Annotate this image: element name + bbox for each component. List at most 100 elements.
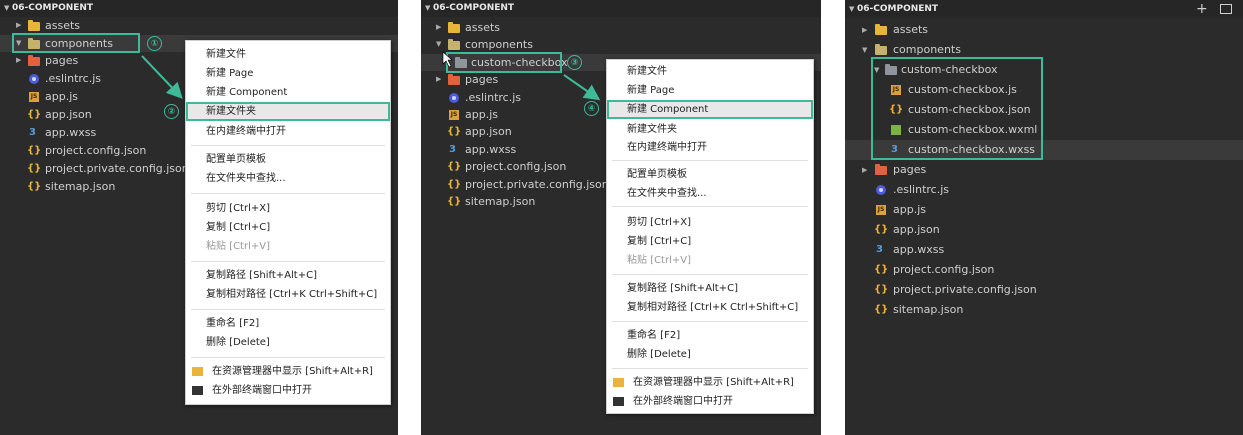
tree-item-label: project.config.json: [45, 144, 147, 157]
menu-new-file[interactable]: 新建文件: [186, 45, 390, 64]
tree-item-app-wxss[interactable]: 3 app.wxss: [845, 240, 1243, 260]
tree-item-label: assets: [893, 23, 929, 36]
terminal-icon: [613, 397, 624, 406]
menu-open-in-terminal[interactable]: 在内建终端中打开: [607, 138, 813, 157]
json-icon: {}: [874, 224, 889, 235]
pages-folder-icon: [28, 55, 40, 66]
tree-item-label: app.json: [45, 108, 92, 121]
tree-item-label: sitemap.json: [465, 195, 536, 208]
js-icon: JS: [876, 205, 886, 215]
tree-item-app-json[interactable]: {} app.json: [845, 220, 1243, 240]
new-file-button[interactable]: +: [1196, 2, 1208, 16]
menu-find-in-folder[interactable]: 在文件夹中查找...: [607, 184, 813, 203]
menu-new-component[interactable]: 新建 Component: [186, 83, 390, 102]
explorer-header[interactable]: ▼ 06-COMPONENT: [845, 0, 1243, 18]
tree-item-label: app.js: [465, 108, 498, 121]
json-icon: {}: [874, 264, 889, 275]
menu-copy-path[interactable]: 复制路径 [Shift+Alt+C]: [607, 279, 813, 298]
menu-new-folder[interactable]: 新建文件夹: [607, 120, 813, 139]
menu-config-template[interactable]: 配置单页模板: [186, 150, 390, 169]
menu-copy[interactable]: 复制 [Ctrl+C]: [607, 232, 813, 251]
eslint-icon: [29, 74, 39, 84]
menu-open-in-terminal[interactable]: 在内建终端中打开: [186, 122, 390, 141]
explorer-panel-2: ▼ 06-COMPONENT ▶ assets ▼ components cust…: [421, 0, 821, 435]
chevron-down-icon: ▼: [4, 4, 10, 12]
tree-item-label: app.js: [45, 90, 78, 103]
menu-paste: 粘贴 [Ctrl+V]: [627, 255, 691, 266]
chevron-right-icon: ▶: [436, 23, 442, 31]
explorer-panel-3: ▼ 06-COMPONENT + ▶ assets ▼ components ▼ …: [845, 0, 1243, 435]
tree-item-assets[interactable]: ▶ assets: [845, 20, 1243, 40]
tree-item-eslintrc[interactable]: .eslintrc.js: [845, 180, 1243, 200]
json-icon: {}: [447, 179, 462, 190]
chevron-down-icon: ▼: [862, 46, 868, 54]
step-badge-2: ②: [164, 104, 179, 119]
menu-cut[interactable]: 剪切 [Ctrl+X]: [186, 199, 390, 218]
folder-icon: [875, 24, 887, 35]
menu-copy-relative-path[interactable]: 复制相对路径 [Ctrl+K Ctrl+Shift+C]: [607, 298, 813, 317]
menu-new-folder[interactable]: 新建文件夹: [186, 102, 390, 121]
tree-item-label: .eslintrc.js: [465, 91, 522, 104]
menu-reveal-in-explorer[interactable]: 在资源管理器中显示 [Shift+Alt+R]: [186, 362, 390, 381]
tree-item-label: .eslintrc.js: [45, 72, 102, 85]
menu-copy-relative-path[interactable]: 复制相对路径 [Ctrl+K Ctrl+Shift+C]: [186, 285, 390, 304]
step-badge-1: ①: [147, 36, 162, 51]
menu-find-in-folder[interactable]: 在文件夹中查找...: [186, 169, 390, 188]
tree-item-label: project.private.config.json: [45, 162, 189, 175]
menu-open-external-terminal[interactable]: 在外部终端窗口中打开: [607, 392, 813, 411]
menu-separator: [612, 274, 808, 275]
menu-new-file[interactable]: 新建文件: [607, 62, 813, 81]
tree-item-project-config[interactable]: {} project.config.json: [845, 260, 1243, 280]
menu-cut[interactable]: 剪切 [Ctrl+X]: [607, 213, 813, 232]
terminal-icon: [192, 386, 203, 395]
tree-item-sitemap[interactable]: {} sitemap.json: [845, 300, 1243, 320]
menu-copy[interactable]: 复制 [Ctrl+C]: [186, 218, 390, 237]
tree-item-label: app.wxss: [465, 143, 517, 156]
tree-item-label: app.wxss: [893, 243, 945, 256]
menu-new-page[interactable]: 新建 Page: [607, 81, 813, 100]
menu-new-page[interactable]: 新建 Page: [186, 64, 390, 83]
json-icon: {}: [27, 145, 42, 156]
menu-copy-path[interactable]: 复制路径 [Shift+Alt+C]: [186, 266, 390, 285]
chevron-right-icon: ▶: [436, 75, 442, 83]
tree-item-assets[interactable]: ▶ assets: [421, 19, 821, 36]
menu-open-external-terminal[interactable]: 在外部终端窗口中打开: [186, 381, 390, 400]
menu-separator: [191, 309, 385, 310]
explorer-header[interactable]: ▼ 06-COMPONENT: [0, 0, 398, 17]
json-icon: {}: [447, 196, 462, 207]
context-menu: 新建文件 新建 Page 新建 Component 新建文件夹 在内建终端中打开…: [185, 40, 391, 405]
tree-item-label: pages: [893, 163, 927, 176]
explorer-header[interactable]: ▼ 06-COMPONENT: [421, 0, 821, 17]
menu-separator: [191, 145, 385, 146]
tree-item-app-js[interactable]: JS app.js: [845, 200, 1243, 220]
menu-label: 在资源管理器中显示 [Shift+Alt+R]: [212, 366, 373, 377]
eslint-icon: [449, 93, 459, 103]
step-badge-4: ④: [584, 101, 599, 116]
js-icon: JS: [449, 110, 459, 120]
tree-item-project-private-config[interactable]: {} project.private.config.json: [845, 280, 1243, 300]
tree-item-label: app.js: [893, 203, 926, 216]
tree-item-assets[interactable]: ▶ assets: [0, 17, 398, 34]
menu-new-component[interactable]: 新建 Component: [607, 100, 813, 119]
tree-item-label: sitemap.json: [893, 303, 964, 316]
menu-rename[interactable]: 重命名 [F2]: [186, 314, 390, 333]
new-folder-icon[interactable]: [1220, 4, 1232, 14]
menu-separator: [612, 206, 808, 207]
tree-item-components[interactable]: ▼ components: [421, 36, 821, 53]
chevron-right-icon: ▶: [16, 56, 22, 64]
highlight-custom-checkbox: [446, 52, 562, 73]
chevron-right-icon: ▶: [16, 21, 22, 29]
explorer-panel-1: ▼ 06-COMPONENT ▶ assets ▼ components ▶ pa…: [0, 0, 398, 435]
context-menu: 新建文件 新建 Page 新建 Component 新建文件夹 在内建终端中打开…: [606, 59, 814, 414]
menu-rename[interactable]: 重命名 [F2]: [607, 326, 813, 345]
tree-item-pages[interactable]: ▶ pages: [845, 160, 1243, 180]
folder-icon: [28, 20, 40, 31]
menu-reveal-in-explorer[interactable]: 在资源管理器中显示 [Shift+Alt+R]: [607, 373, 813, 392]
menu-config-template[interactable]: 配置单页模板: [607, 165, 813, 184]
json-icon: {}: [27, 163, 42, 174]
menu-label: 在外部终端窗口中打开: [633, 396, 733, 407]
menu-delete[interactable]: 删除 [Delete]: [186, 333, 390, 352]
menu-delete[interactable]: 删除 [Delete]: [607, 345, 813, 364]
menu-paste: 粘贴 [Ctrl+V]: [206, 241, 270, 252]
chevron-down-icon: ▼: [436, 40, 442, 48]
